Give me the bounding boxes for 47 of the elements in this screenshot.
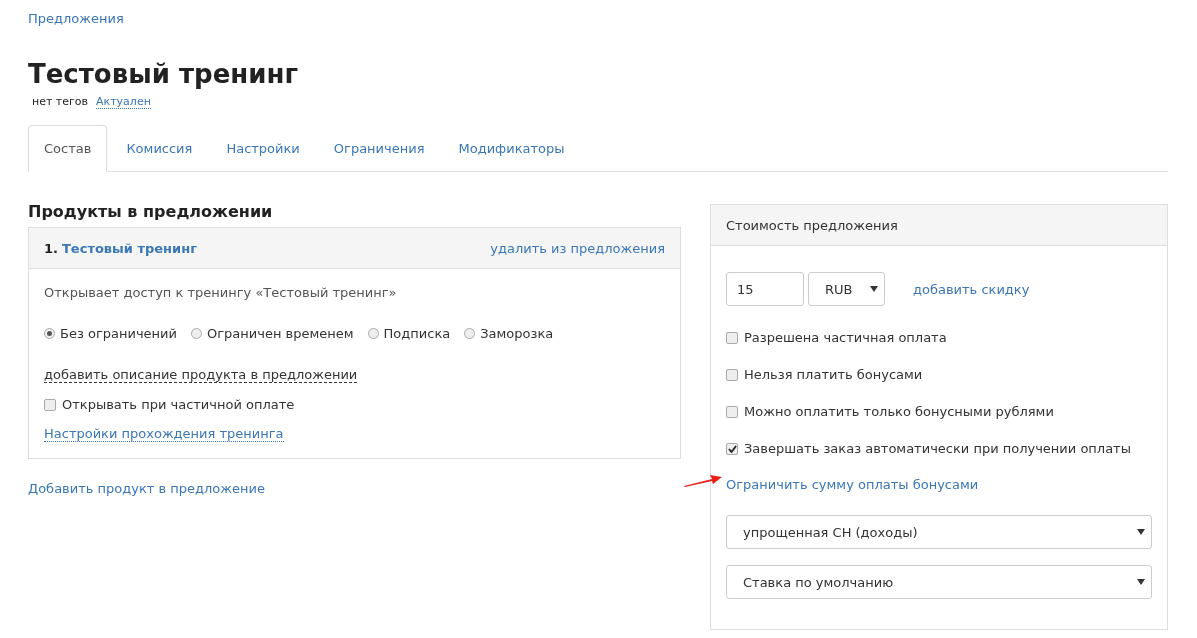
- caret-icon: [870, 286, 878, 292]
- add-discount-link[interactable]: добавить скидку: [913, 281, 1030, 297]
- add-description-link[interactable]: добавить описание продукта в предложении: [44, 367, 358, 383]
- product-description: Открывает доступ к тренингу «Тестовый тренинг»: [44, 285, 397, 300]
- dropdown-select[interactable]: Ставка по умолчанию: [726, 565, 1152, 599]
- radio-button[interactable]: [191, 328, 202, 339]
- caret-icon: [1137, 529, 1145, 535]
- checkbox[interactable]: [726, 405, 738, 418]
- tab[interactable]: Настройки: [211, 125, 315, 171]
- add-product-link[interactable]: Добавить продукт в предложение: [28, 481, 265, 496]
- radio-button[interactable]: [464, 328, 476, 339]
- breadcrumb-link[interactable]: Предложения: [28, 11, 124, 26]
- radio-label: Ограничен временем: [207, 326, 354, 341]
- panel-title: Стоимость предложения: [726, 217, 898, 233]
- limit-bonus-link[interactable]: Ограничить сумму оплаты бонусами: [726, 477, 979, 492]
- checkbox[interactable]: [726, 331, 738, 344]
- radio-button[interactable]: [44, 328, 55, 339]
- checkmark-icon: [727, 444, 737, 453]
- radio-label: Подписка: [383, 326, 451, 341]
- radio-label: Заморозка: [480, 326, 554, 341]
- checkbox-label: Можно оплатить только бонусными рублями: [744, 404, 1054, 419]
- product-link[interactable]: Тестовый тренинг: [62, 240, 197, 256]
- remove-link[interactable]: удалить из предложения: [490, 240, 665, 256]
- checkbox-label: Открывать при частичной оплате: [62, 397, 295, 412]
- tags-text: нет тегов: [32, 95, 89, 108]
- checkbox-label: Завершать заказ автоматически при получении оплаты: [744, 441, 1131, 456]
- price-input[interactable]: 15: [726, 272, 804, 306]
- tab[interactable]: Комиссия: [111, 125, 208, 171]
- tab[interactable]: Модификаторы: [443, 125, 580, 171]
- tab[interactable]: Состав: [28, 125, 108, 172]
- tab[interactable]: Ограничения: [318, 125, 440, 171]
- status-link[interactable]: Актуален: [96, 95, 151, 109]
- checkbox-label: Разрешена частичная оплата: [744, 330, 947, 345]
- caret-icon: [1137, 579, 1145, 585]
- radio-label: Без ограничений: [60, 326, 177, 341]
- dropdown-select[interactable]: упрощенная СН (доходы): [726, 515, 1152, 549]
- checkbox-label: Нельзя платить бонусами: [744, 367, 923, 382]
- arrow-annotation: [682, 474, 724, 488]
- training-settings-link[interactable]: Настройки прохождения тренинга: [44, 426, 284, 442]
- page-title: Тестовый тренинг: [28, 59, 299, 89]
- section-heading: Продукты в предложении: [28, 202, 274, 221]
- currency-select[interactable]: RUB: [808, 272, 885, 306]
- product-number: 1.: [44, 240, 58, 256]
- checkbox[interactable]: [726, 442, 738, 455]
- checkbox[interactable]: [726, 368, 738, 381]
- radio-button[interactable]: [367, 328, 379, 339]
- checkbox[interactable]: [44, 398, 56, 411]
